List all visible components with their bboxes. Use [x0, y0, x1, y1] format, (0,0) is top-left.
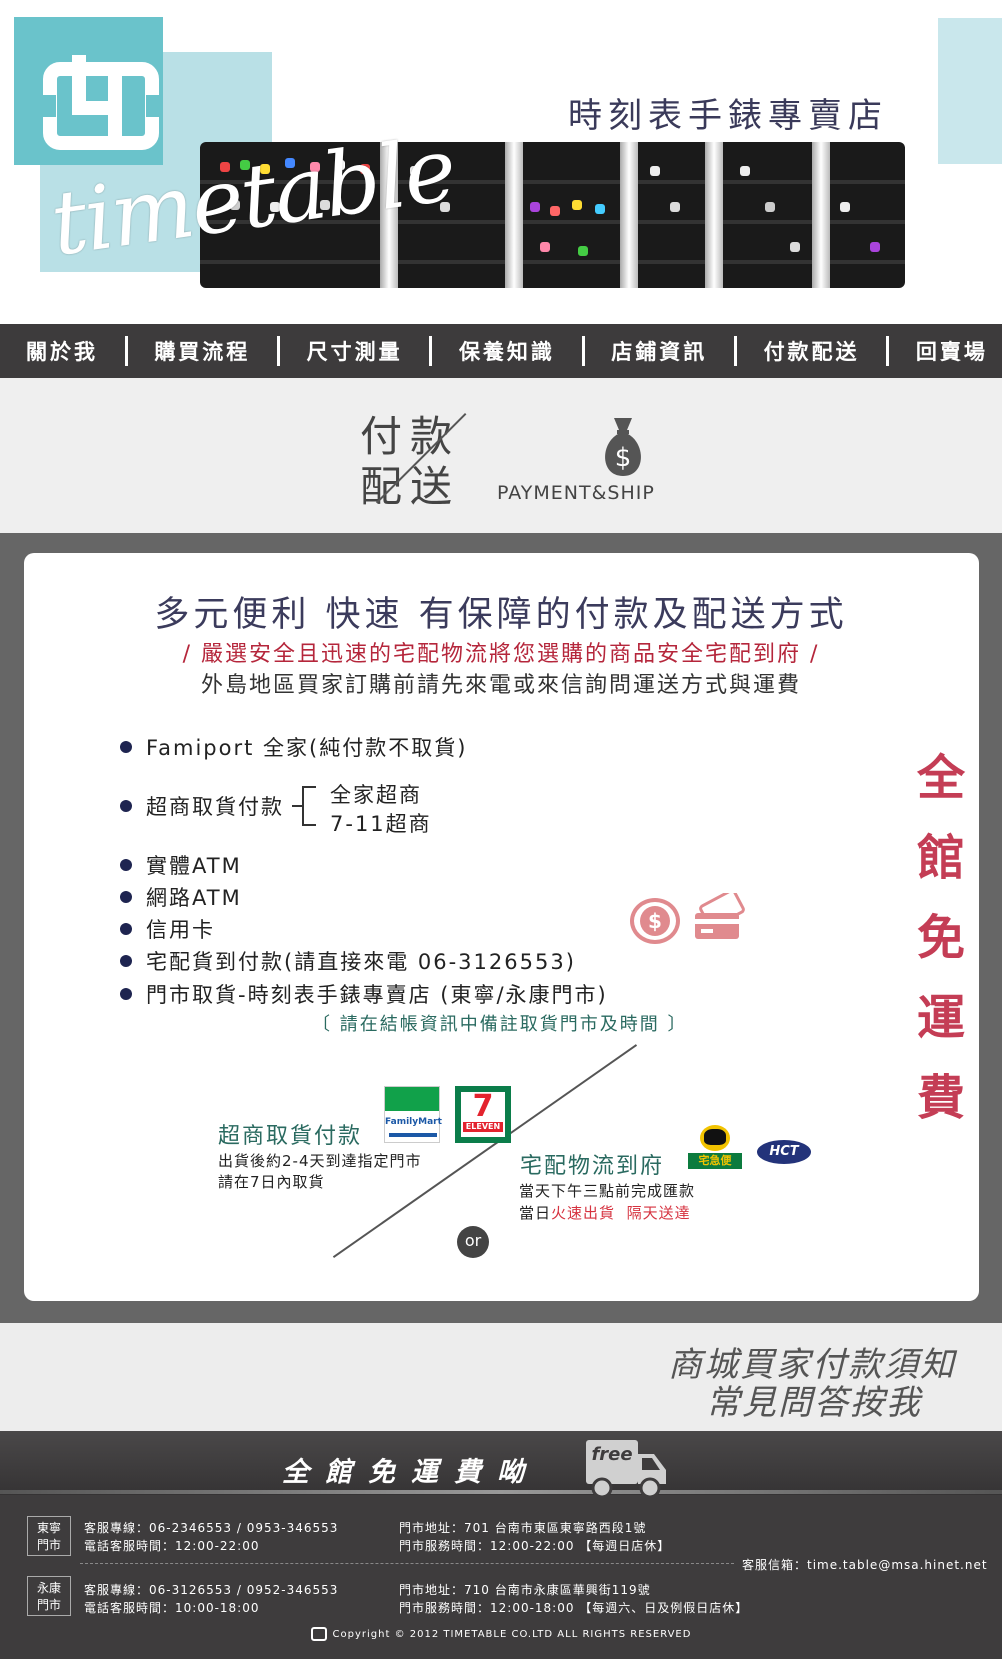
list-item: 信用卡 — [120, 914, 215, 944]
nav-separator — [429, 336, 433, 366]
truck-label: free — [591, 1444, 632, 1465]
footer-free-shipping: 全館免運費呦 — [282, 1457, 540, 1488]
store2-address: 門市地址：710 台南市永康區華興街119號 — [399, 1583, 651, 1597]
cvs-block-title: 超商取貨付款 — [218, 1124, 363, 1149]
list-item: 門市取貨-時刻表手錶專賣店 (東寧/永康門市) — [120, 979, 608, 1009]
subheadline-red: / 嚴選安全且迅速的宅配物流將您選購的商品安全宅配到府 / — [182, 642, 820, 667]
headline: 多元便利 快速 有保障的付款及配送方式 — [154, 595, 848, 635]
store1-address: 門市地址：701 台南市東區東寧路西段1號 — [399, 1521, 647, 1535]
bullet-icon — [120, 859, 132, 871]
payment-cvs: 超商取貨付款 — [146, 795, 284, 819]
store1-phone-hours: 電話客服時間：12:00-22:00 — [84, 1539, 260, 1553]
footer-email[interactable]: 客服信箱：time.table@msa.hinet.net — [742, 1556, 988, 1573]
list-item: 超商取貨付款 — [120, 791, 284, 821]
nav-separator — [581, 336, 585, 366]
payment-credit-card: 信用卡 — [146, 918, 215, 942]
copyright-text: Copyright © 2012 TIMETABLE CO.LTD ALL RI… — [332, 1629, 692, 1640]
bracket — [302, 786, 316, 826]
nav-separator — [124, 336, 128, 366]
bullet-icon — [120, 955, 132, 967]
list-item: 網路ATM — [120, 882, 242, 912]
section-title-line1: 付款 — [360, 412, 461, 461]
or-badge: or — [457, 1226, 489, 1258]
store2-phone-hours: 電話客服時間：10:00-18:00 — [84, 1601, 260, 1615]
store-tag-line1: 永康 — [36, 1581, 61, 1595]
store-title: 時刻表手錶專賣店 — [568, 96, 888, 136]
nav-separator — [276, 336, 280, 366]
nav-care[interactable]: 保養知識 — [459, 336, 555, 366]
nav-back-to-store[interactable]: 回賣場 — [916, 336, 988, 366]
logo-block[interactable] — [14, 17, 163, 165]
store1-store-hours: 門市服務時間：12:00-22:00 【每週日店休】 — [399, 1539, 671, 1553]
store-tag-line2: 門市 — [36, 1598, 61, 1612]
bullet-icon — [120, 891, 132, 903]
faq-link-line2[interactable]: 常見問答按我 — [706, 1375, 922, 1424]
nav-separator — [886, 336, 890, 366]
store2-store-hours: 門市服務時間：12:00-18:00 【每週六、日及例假日店休】 — [399, 1601, 749, 1615]
subheadline-note: 外島地區買家訂購前請先來電或來信詢問運送方式與運費 — [200, 673, 801, 698]
hct-logo: HCT — [757, 1140, 811, 1164]
nav-purchase-flow[interactable]: 購買流程 — [154, 336, 250, 366]
tcat-logo-text: 宅急便 — [688, 1153, 742, 1169]
payment-cod: 宅配貨到付款(請直接來電 06-3126553) — [146, 950, 576, 974]
home-delivery-title: 宅配物流到府 — [520, 1154, 665, 1179]
store-tag-line1: 東寧 — [36, 1521, 61, 1535]
black-cat-icon — [704, 1129, 726, 1145]
cvs-option-711: 7-11超商 — [330, 812, 432, 836]
main-nav: 關於我 購買流程 尺寸測量 保養知識 店鋪資訊 付款配送 回賣場 — [0, 324, 1002, 378]
seven-eleven-text: ELEVEN — [463, 1122, 503, 1132]
timetable-logo-icon — [42, 55, 160, 150]
section-subtitle: PAYMENT&SHIP — [497, 482, 655, 504]
fast-ship-text: 火速出貨 — [551, 1204, 616, 1222]
credit-card-icon — [695, 893, 745, 939]
list-item: 實體ATM — [120, 850, 242, 880]
nav-about[interactable]: 關於我 — [26, 336, 98, 366]
seven-eleven-logo: 7 ELEVEN — [455, 1086, 511, 1143]
cvs-block-line1: 出貨後約2-4天到達指定門市 — [218, 1152, 422, 1170]
nav-store-info[interactable]: 店鋪資訊 — [611, 336, 707, 366]
familymart-logo: FamilyMart — [384, 1086, 442, 1143]
bullet-icon — [120, 800, 132, 812]
payment-web-atm: 網路ATM — [146, 886, 242, 910]
seven-eleven-number: 7 — [472, 1089, 494, 1124]
bracket-tick — [292, 805, 302, 807]
home-delivery-line2: 當日火速出貨 隔天送達 — [519, 1202, 691, 1223]
money-bag-icon: $ — [605, 418, 641, 476]
payment-atm: 實體ATM — [146, 854, 242, 878]
nav-size-measure[interactable]: 尺寸測量 — [307, 336, 403, 366]
cvs-option-familymart: 全家超商 — [330, 783, 422, 807]
section-header — [0, 378, 1002, 533]
coin-icon: $ — [640, 906, 670, 936]
delivery-truck-icon: free — [586, 1440, 666, 1499]
list-item: Famiport 全家(純付款不取貨) — [120, 732, 467, 762]
footer-rule — [0, 1490, 1002, 1494]
footer-divider — [80, 1563, 734, 1564]
section-title: 付款 配送 — [360, 412, 460, 512]
store-tag-yongkang: 永康 門市 — [27, 1576, 71, 1616]
copyright: Copyright © 2012 TIMETABLE CO.LTD ALL RI… — [0, 1627, 1002, 1641]
payment-famiport: Famiport 全家(純付款不取貨) — [146, 736, 468, 760]
store-tag-dongning: 東寧 門市 — [27, 1516, 71, 1556]
payment-store-pickup: 門市取貨-時刻表手錶專賣店 (東寧/永康門市) — [146, 983, 608, 1007]
cvs-block-line2: 請在7日內取貨 — [218, 1173, 325, 1191]
list-item: 宅配貨到付款(請直接來電 06-3126553) — [120, 946, 576, 976]
nav-payment-shipping[interactable]: 付款配送 — [764, 336, 860, 366]
next-day-text: 隔天送達 — [626, 1204, 691, 1222]
tcat-logo: 宅急便 — [688, 1125, 742, 1171]
free-shipping-vertical: 全館免運費 — [916, 750, 965, 1126]
bullet-icon — [120, 988, 132, 1000]
pickup-note: 〔 請在結帳資訊中備註取貨門市及時間 〕 — [312, 1014, 688, 1035]
home-delivery-line1: 當天下午三點前完成匯款 — [519, 1182, 696, 1200]
store-tag-line2: 門市 — [36, 1538, 61, 1552]
nav-separator — [733, 336, 737, 366]
header-deco-block — [938, 18, 1002, 164]
timetable-small-logo-icon — [310, 1627, 327, 1641]
bullet-icon — [120, 923, 132, 935]
store1-phone: 客服專線：06-2346553 / 0953-346553 — [84, 1521, 339, 1535]
store2-phone: 客服專線：06-3126553 / 0952-346553 — [84, 1583, 339, 1597]
familymart-logo-text: FamilyMart — [385, 1117, 442, 1127]
home-line2-prefix: 當日 — [519, 1204, 552, 1222]
svg-text:$: $ — [615, 443, 632, 473]
bullet-icon — [120, 741, 132, 753]
